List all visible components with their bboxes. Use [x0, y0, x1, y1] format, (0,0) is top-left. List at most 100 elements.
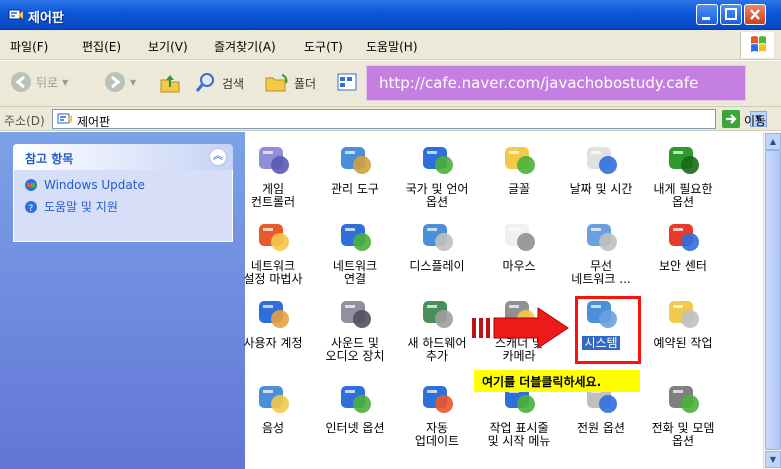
control-panel-item[interactable]: 관리 도구	[315, 139, 395, 196]
user-accounts-icon	[253, 293, 293, 333]
task-pane: 참고 항목 ︽ Windows Update ? 도움말 및 지원	[0, 132, 245, 469]
control-panel-icon	[8, 9, 23, 20]
control-panel-item[interactable]: 디스플레이	[397, 216, 477, 273]
item-label: 네트워크 설정 마법사	[243, 259, 303, 286]
search-label: 검색	[222, 76, 245, 91]
admin-tools-icon	[335, 139, 375, 179]
security-shield-icon	[663, 216, 703, 256]
control-panel-item[interactable]: 마우스	[479, 216, 559, 273]
address-bar: 주소(D) 제어판 ▼ 이동	[0, 107, 781, 131]
menu-help[interactable]: 도움말(H)	[366, 38, 418, 55]
item-label: 내게 필요한 옵션	[653, 182, 713, 209]
help-support-link[interactable]: ? 도움말 및 지원	[24, 198, 222, 215]
back-button[interactable]: 뒤로 ▼	[10, 71, 68, 93]
auto-update-icon	[417, 378, 457, 418]
control-panel-item[interactable]: 게임 컨트롤러	[233, 139, 313, 209]
control-panel-item[interactable]: 사운드 및 오디오 장치	[315, 293, 395, 363]
control-panel-item[interactable]: 전화 및 모뎀 옵션	[643, 378, 723, 448]
item-label: 글꼴	[507, 182, 531, 196]
control-panel-item[interactable]: 무선 네트워크 ...	[561, 216, 641, 286]
item-label: 무선 네트워크 ...	[571, 259, 631, 286]
search-button[interactable]: 검색	[194, 71, 244, 95]
accessibility-icon	[663, 139, 703, 179]
address-value: 제어판	[77, 115, 111, 129]
maximize-icon	[725, 8, 737, 20]
instruction-callout: 여기를 더블클릭하세요.	[474, 370, 640, 392]
speaker-icon	[335, 293, 375, 333]
svg-text:?: ?	[29, 204, 34, 214]
control-panel-item[interactable]: 국가 및 언어 옵션	[397, 139, 477, 209]
maximize-button[interactable]	[720, 4, 742, 25]
item-label: 디스플레이	[409, 259, 465, 273]
gamepad-icon	[253, 139, 293, 179]
address-field[interactable]: 제어판 ▼	[52, 109, 767, 129]
fonts-folder-icon	[499, 139, 539, 179]
folders-icon	[265, 74, 288, 92]
views-icon	[337, 73, 357, 91]
menu-favorites[interactable]: 즐겨찾기(A)	[214, 38, 276, 55]
speech-icon	[253, 378, 293, 418]
scroll-down-button[interactable]: ▼	[765, 451, 781, 468]
control-panel-item[interactable]: 보안 센터	[643, 216, 723, 273]
menu-tools[interactable]: 도구(T)	[304, 38, 343, 55]
control-panel-item[interactable]: 음성	[233, 378, 313, 435]
item-label: 인터넷 옵션	[325, 421, 385, 435]
phone-modem-icon	[663, 378, 703, 418]
minimize-button[interactable]	[696, 4, 718, 25]
windows-update-icon	[25, 179, 37, 191]
network-connections-icon	[335, 216, 375, 256]
control-panel-item[interactable]: 날짜 및 시간	[561, 139, 641, 196]
menu-bar: 파일(F) 편집(E) 보기(V) 즐겨찾기(A) 도구(T) 도움말(H)	[0, 30, 781, 60]
help-support-label: 도움말 및 지원	[44, 200, 118, 214]
windows-logo-icon	[740, 32, 774, 58]
forward-arrow-icon	[105, 72, 125, 92]
vertical-scrollbar[interactable]: ▲ ▼	[763, 132, 781, 469]
go-arrow-icon	[726, 114, 737, 124]
minimize-icon	[702, 17, 710, 20]
chevron-down-icon: ▼	[62, 77, 69, 87]
item-label: 보안 센터	[659, 259, 707, 273]
control-panel-item[interactable]: 네트워크 연결	[315, 216, 395, 286]
wireless-icon	[581, 216, 621, 256]
folders-button[interactable]: 폴더	[264, 71, 316, 95]
help-icon: ?	[25, 200, 37, 214]
control-panel-item[interactable]: 인터넷 옵션	[315, 378, 395, 435]
item-label: 예약된 작업	[653, 336, 713, 350]
menu-file[interactable]: 파일(F)	[10, 38, 48, 55]
item-label: 전화 및 모뎀 옵션	[651, 421, 715, 448]
control-panel-item[interactable]: 예약된 작업	[643, 293, 723, 350]
see-also-body: Windows Update ? 도움말 및 지원	[13, 170, 233, 242]
menu-view[interactable]: 보기(V)	[148, 38, 188, 55]
mouse-icon	[499, 216, 539, 256]
url-overlay: http://cafe.naver.com/javachobostudy.caf…	[366, 65, 746, 101]
scrollbar-thumb[interactable]	[765, 150, 781, 450]
control-panel-item[interactable]: 네트워크 설정 마법사	[233, 216, 313, 286]
add-hardware-icon	[417, 293, 457, 333]
views-button[interactable]	[336, 71, 358, 93]
system-highlight-box	[575, 296, 641, 364]
up-folder-button[interactable]	[158, 71, 182, 95]
go-label[interactable]: 이동	[744, 112, 766, 129]
chevron-down-icon: ▼	[130, 77, 137, 87]
close-button[interactable]	[744, 4, 766, 25]
content-area: 참고 항목 ︽ Windows Update ? 도움말 및 지원 게임 컨트롤…	[0, 132, 781, 469]
control-panel-item[interactable]: 내게 필요한 옵션	[643, 139, 723, 209]
control-panel-item[interactable]: 글꼴	[479, 139, 559, 196]
control-panel-item[interactable]: 자동 업데이트	[397, 378, 477, 448]
search-icon	[195, 73, 214, 92]
folders-label: 폴더	[294, 76, 317, 91]
item-label: 사운드 및 오디오 장치	[325, 336, 385, 363]
control-panel-item[interactable]: 사용자 계정	[233, 293, 313, 350]
scroll-up-button[interactable]: ▲	[765, 133, 781, 150]
control-panel-item[interactable]: 새 하드웨어 추가	[397, 293, 477, 363]
menu-edit[interactable]: 편집(E)	[82, 38, 121, 55]
see-also-header[interactable]: 참고 항목 ︽	[13, 144, 233, 170]
windows-update-link[interactable]: Windows Update	[24, 178, 222, 192]
close-icon	[750, 9, 760, 20]
forward-button[interactable]: ▼	[104, 71, 136, 93]
back-label: 뒤로	[36, 75, 59, 90]
control-panel-icon	[57, 113, 72, 124]
collapse-chevron-icon[interactable]: ︽	[209, 148, 227, 166]
item-label: 사용자 계정	[243, 336, 303, 350]
go-button[interactable]	[722, 110, 740, 128]
